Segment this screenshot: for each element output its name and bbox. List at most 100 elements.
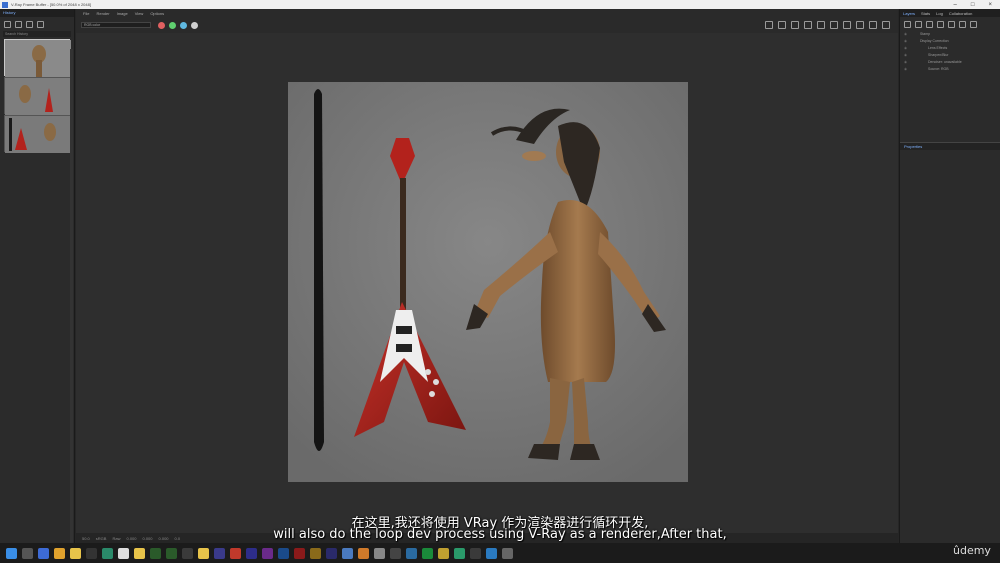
mono-channel-icon[interactable]: [191, 21, 198, 29]
close-icon[interactable]: ×: [988, 2, 992, 8]
app-icon[interactable]: [454, 547, 465, 559]
layer-item[interactable]: ◉ Sharpen/Blur: [904, 52, 1000, 59]
layer-item[interactable]: ◉ Lens Effects: [904, 45, 1000, 52]
eye-icon[interactable]: ◉: [904, 59, 912, 66]
add-layer-icon[interactable]: [904, 20, 911, 28]
redo-icon[interactable]: [970, 20, 977, 28]
menu-image[interactable]: Image: [117, 11, 128, 16]
clear-icon[interactable]: [830, 21, 838, 29]
app-icon[interactable]: [358, 547, 369, 559]
cursor-icon[interactable]: [791, 21, 799, 29]
eye-icon[interactable]: ◉: [904, 45, 912, 52]
app-icon[interactable]: [374, 547, 385, 559]
save-image-icon[interactable]: [37, 20, 44, 28]
history-search-input[interactable]: Search History: [3, 31, 71, 37]
tab-layers[interactable]: Layers: [903, 11, 915, 16]
history-panel: History Search History: [0, 9, 75, 549]
load-layers-icon[interactable]: [937, 20, 944, 28]
history-list: [4, 39, 71, 153]
app-icon[interactable]: [150, 547, 161, 559]
app-icon[interactable]: [230, 547, 241, 559]
app-icon[interactable]: [310, 547, 321, 559]
app-icon[interactable]: [262, 547, 273, 559]
app-icon[interactable]: [470, 547, 481, 559]
lens-icon[interactable]: [843, 21, 851, 29]
subtitle-english: will also do the loop dev process using …: [273, 527, 727, 542]
right-tabs: Layers Stats Log Collaboration: [900, 9, 1000, 17]
app-icon[interactable]: [166, 547, 177, 559]
save-all-icon[interactable]: [778, 21, 786, 29]
load-icon[interactable]: [26, 20, 33, 28]
list-icon[interactable]: [948, 20, 955, 28]
app-icon[interactable]: [118, 547, 129, 559]
undo-icon[interactable]: [959, 20, 966, 28]
link-icon[interactable]: [817, 21, 825, 29]
region-icon[interactable]: [804, 21, 812, 29]
taskbar: [0, 543, 1000, 563]
tab-collaboration[interactable]: Collaboration: [949, 11, 973, 16]
render-viewport[interactable]: [76, 33, 898, 548]
eye-icon[interactable]: ◉: [904, 31, 912, 38]
app-icon[interactable]: [342, 547, 353, 559]
layer-item[interactable]: ◉ Display Correction: [904, 38, 1000, 45]
window-title: V-Ray Frame Buffer - [50.0% of 2048 x 20…: [11, 2, 91, 7]
history-thumbnail[interactable]: [4, 39, 71, 77]
app-icon[interactable]: [198, 547, 209, 559]
channel-select[interactable]: RGB color: [81, 22, 151, 28]
save-icon[interactable]: [765, 21, 773, 29]
tab-stats[interactable]: Stats: [921, 11, 930, 16]
eye-icon[interactable]: ◉: [904, 52, 912, 59]
history-thumbnail[interactable]: [4, 77, 71, 115]
minimize-icon[interactable]: –: [954, 2, 957, 8]
eye-icon[interactable]: ◉: [904, 38, 912, 45]
chrome-icon[interactable]: [54, 547, 65, 559]
layer-item[interactable]: ◉ Denoiser: unavailable: [904, 59, 1000, 66]
eye-icon[interactable]: ◉: [904, 66, 912, 73]
vray-app-icon: [2, 1, 8, 8]
app-icon[interactable]: [422, 547, 433, 559]
history-thumbnail[interactable]: [4, 115, 71, 153]
explorer-icon[interactable]: [70, 547, 81, 559]
app-icon[interactable]: [278, 547, 289, 559]
layers-list: ◉ Stamp ◉ Display Correction ◉ Lens Effects…: [900, 31, 1000, 73]
interactive-icon[interactable]: [856, 21, 864, 29]
save-layers-icon[interactable]: [926, 20, 933, 28]
app-icon[interactable]: [486, 547, 497, 559]
menu-options[interactable]: Options: [150, 11, 164, 16]
save-history-icon[interactable]: [4, 20, 11, 28]
history-scrollbar[interactable]: [70, 49, 73, 549]
tab-history[interactable]: History: [0, 9, 74, 17]
menu-view[interactable]: View: [135, 11, 144, 16]
windows-icon[interactable]: [6, 547, 17, 559]
settings-icon[interactable]: [22, 547, 33, 559]
layer-item[interactable]: ◉ Stamp: [904, 31, 1000, 38]
app-icon[interactable]: [326, 547, 337, 559]
unreal-icon[interactable]: [86, 547, 97, 559]
app-icon[interactable]: [182, 547, 193, 559]
tab-log[interactable]: Log: [936, 11, 943, 16]
layer-tools-icon[interactable]: [915, 20, 922, 28]
app-icon[interactable]: [102, 547, 113, 559]
app-icon[interactable]: [390, 547, 401, 559]
app-icon[interactable]: [406, 547, 417, 559]
search-icon[interactable]: [38, 547, 49, 559]
green-channel-icon[interactable]: [169, 21, 176, 29]
stop-icon[interactable]: [882, 21, 890, 29]
menu-file[interactable]: File: [83, 11, 89, 16]
render-image: [288, 82, 688, 482]
app-icon[interactable]: [502, 547, 513, 559]
app-icon[interactable]: [438, 547, 449, 559]
red-channel-icon[interactable]: [158, 21, 165, 29]
compare-icon[interactable]: [15, 20, 22, 28]
app-icon[interactable]: [214, 547, 225, 559]
blue-channel-icon[interactable]: [180, 21, 187, 29]
app-icon[interactable]: [294, 547, 305, 559]
app-icon[interactable]: [134, 547, 145, 559]
render-icon[interactable]: [869, 21, 877, 29]
app-icon[interactable]: [246, 547, 257, 559]
properties-header: Properties: [900, 142, 1000, 150]
maximize-icon[interactable]: □: [971, 2, 975, 8]
menu-bar: File Render Image View Options: [76, 9, 898, 17]
menu-render[interactable]: Render: [96, 11, 109, 16]
layer-item[interactable]: ◉ Source: RGB: [904, 66, 1000, 73]
